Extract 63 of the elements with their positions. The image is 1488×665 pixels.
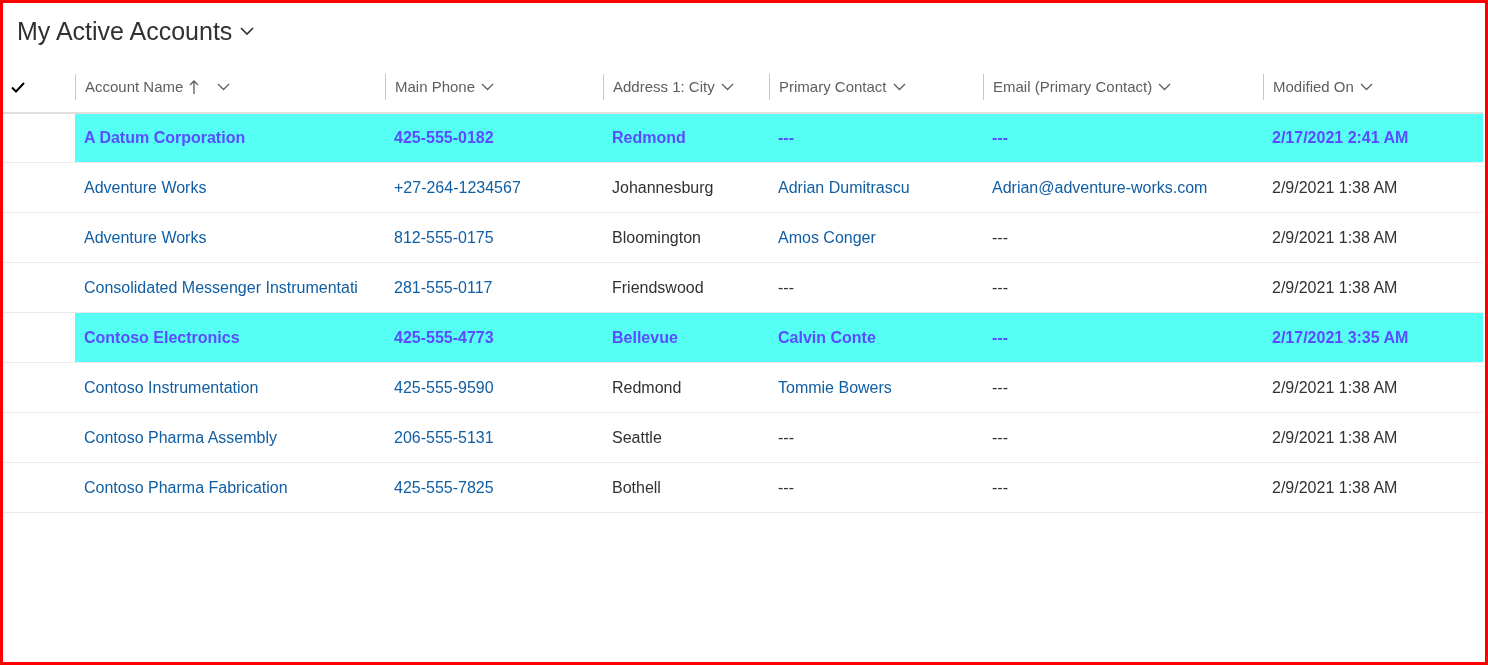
cell-link[interactable]: 812-555-0175	[394, 228, 494, 246]
cell-link[interactable]: Tommie Bowers	[778, 378, 892, 396]
table-cell: 2/9/2021 1:38 AM	[1272, 428, 1398, 446]
table-cell: A Datum Corporation	[84, 128, 246, 146]
table-cell: Redmond	[612, 128, 686, 146]
cell-link[interactable]: Amos Conger	[778, 228, 876, 246]
table-cell: ---	[992, 228, 1008, 246]
table-cell: ---	[778, 278, 794, 296]
table-cell: ---	[778, 478, 794, 496]
chevron-down-icon	[720, 83, 734, 91]
chevron-down-icon	[1359, 83, 1373, 91]
cell-link[interactable]: +27-264-1234567	[394, 178, 521, 196]
cell-link[interactable]: 206-555-5131	[394, 428, 494, 446]
table-cell: ---	[778, 428, 794, 446]
cell-link[interactable]: Adventure Works	[84, 228, 207, 246]
chevron-down-icon	[217, 83, 231, 91]
cell-link[interactable]: 425-555-9590	[394, 378, 494, 396]
cell-link[interactable]: 425-555-7825	[394, 478, 494, 496]
table-cell: Bothell	[612, 478, 661, 496]
column-header[interactable]: Address 1: City	[613, 75, 734, 99]
table-cell: ---	[778, 128, 794, 146]
table-cell: Calvin Conte	[778, 328, 876, 346]
chevron-down-icon	[240, 27, 255, 37]
cell-link[interactable]: Contoso Pharma Assembly	[84, 428, 277, 446]
table-cell: Bellevue	[612, 328, 678, 346]
table-cell: Johannesburg	[612, 178, 714, 196]
cell-link[interactable]: 281-555-0117	[394, 278, 493, 296]
table-cell: Bloomington	[612, 228, 701, 246]
table-cell: Friendswood	[612, 278, 704, 296]
column-header[interactable]: Modified On	[1273, 75, 1373, 99]
table-cell: Seattle	[612, 428, 662, 446]
column-header[interactable]: Main Phone	[395, 75, 495, 99]
table-cell: 425-555-0182	[394, 128, 494, 146]
cell-link[interactable]: Adrian Dumitrascu	[778, 178, 910, 196]
table-cell: 2/9/2021 1:38 AM	[1272, 478, 1398, 496]
column-header[interactable]: Account Name	[85, 75, 231, 99]
table-cell: 2/9/2021 1:38 AM	[1272, 178, 1398, 196]
table-cell: Contoso Electronics	[84, 328, 240, 346]
table-cell: ---	[992, 128, 1008, 146]
table-cell: 2/9/2021 1:38 AM	[1272, 378, 1398, 396]
chevron-down-icon	[1158, 83, 1172, 91]
checkmark-icon[interactable]	[11, 82, 25, 94]
column-header[interactable]: Primary Contact	[779, 75, 906, 99]
cell-link[interactable]: Consolidated Messenger Instrumentati	[84, 278, 358, 296]
table-cell: 2/17/2021 3:35 AM	[1272, 328, 1409, 346]
chevron-down-icon	[892, 83, 906, 91]
table-cell: Redmond	[612, 378, 682, 396]
table-cell: ---	[992, 478, 1008, 496]
table-cell: ---	[992, 328, 1008, 346]
chevron-down-icon	[481, 83, 495, 91]
table-cell: ---	[992, 378, 1008, 396]
table-cell: 2/9/2021 1:38 AM	[1272, 278, 1398, 296]
view-selector[interactable]: My Active Accounts	[17, 13, 255, 51]
cell-link[interactable]: Adventure Works	[84, 178, 207, 196]
cell-link[interactable]: Adrian@adventure-works.com	[992, 178, 1208, 196]
table-cell: 2/9/2021 1:38 AM	[1272, 228, 1398, 246]
cell-link[interactable]: Contoso Instrumentation	[84, 378, 259, 396]
table-cell: ---	[992, 278, 1008, 296]
cell-link[interactable]: Contoso Pharma Fabrication	[84, 478, 288, 496]
table-cell: 2/17/2021 2:41 AM	[1272, 128, 1409, 146]
table-cell: 425-555-4773	[394, 328, 494, 346]
table-cell: ---	[992, 428, 1008, 446]
column-header[interactable]: Email (Primary Contact)	[993, 75, 1172, 99]
